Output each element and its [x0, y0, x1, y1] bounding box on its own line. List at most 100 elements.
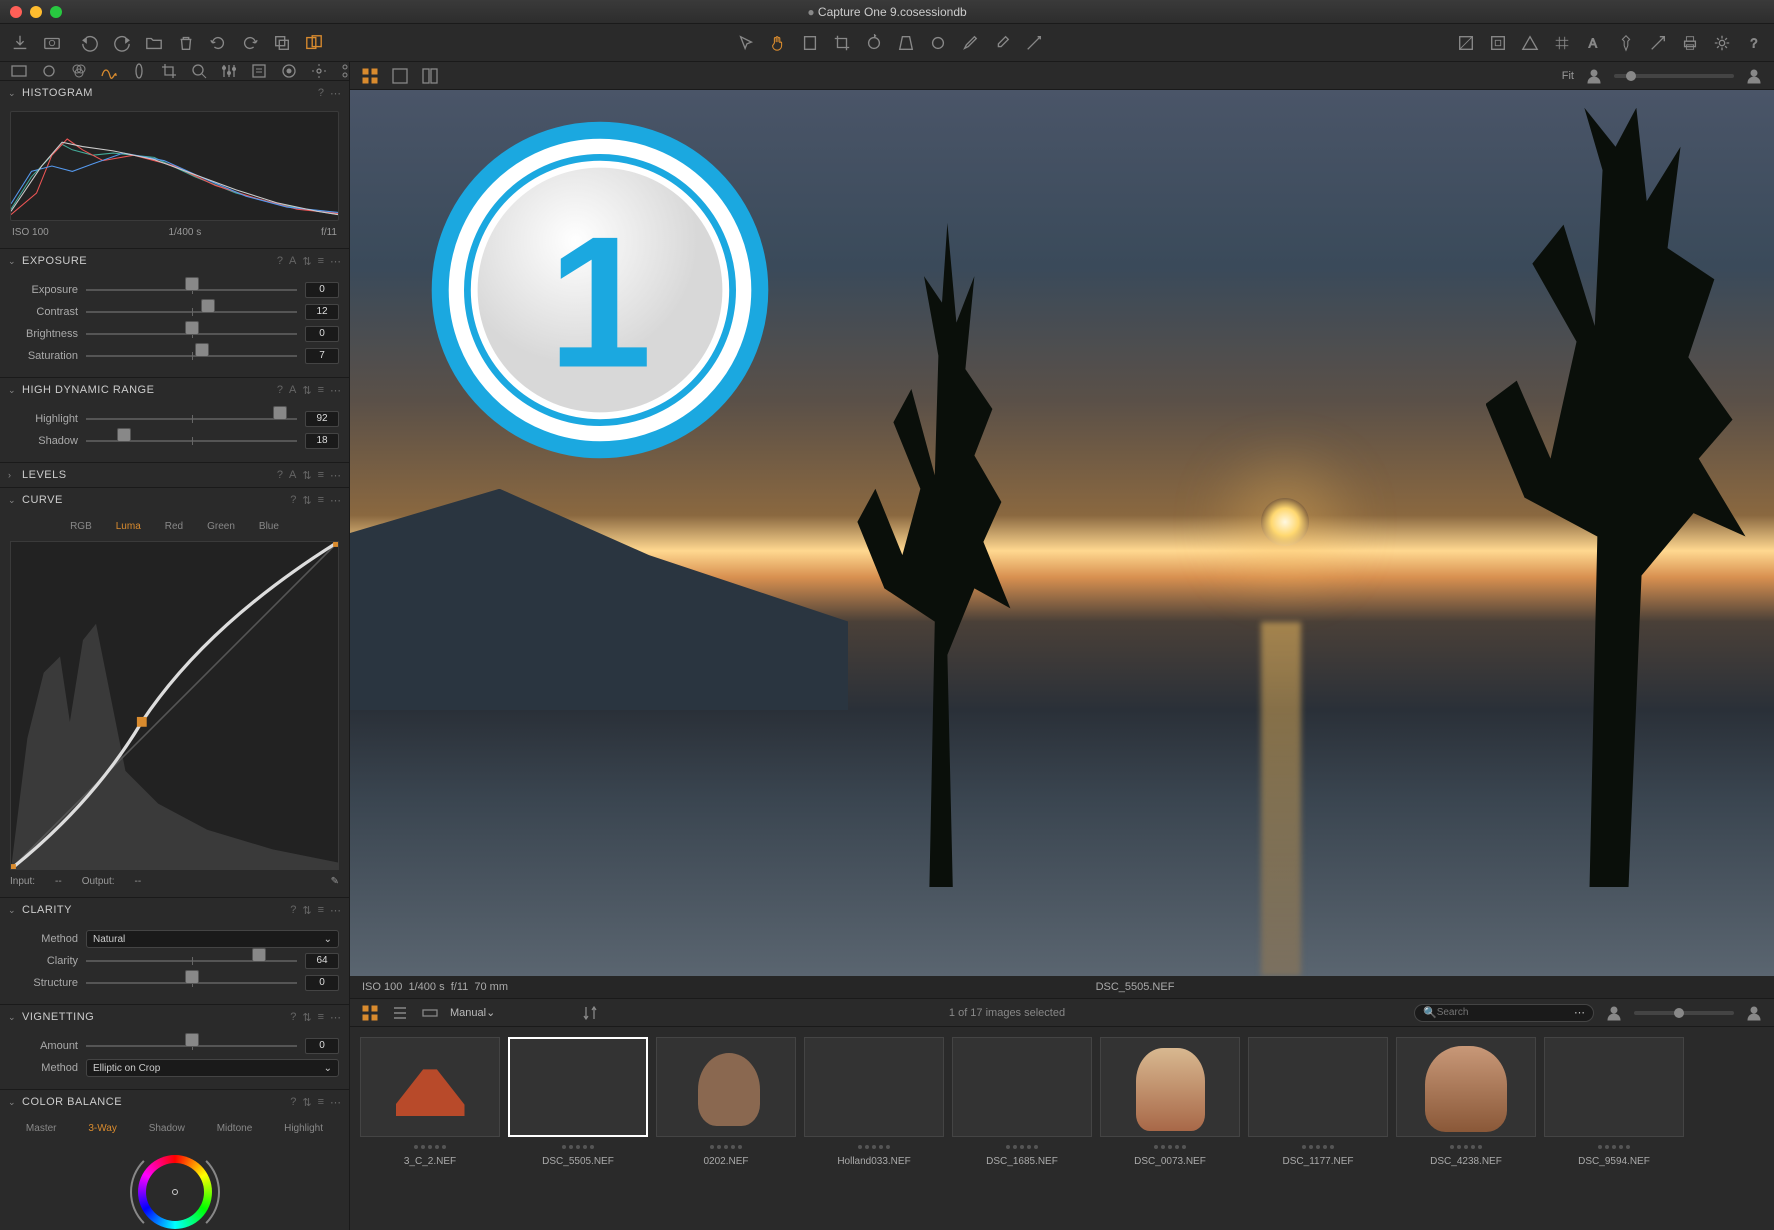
exposure-warning-icon[interactable]	[1456, 33, 1476, 53]
exposure-slider[interactable]	[86, 349, 297, 363]
clarity-slider[interactable]	[86, 976, 297, 990]
rating-dots[interactable]	[1544, 1140, 1684, 1154]
rating-dots[interactable]	[360, 1140, 500, 1154]
hand-icon[interactable]	[768, 33, 788, 53]
thumb-size-slider[interactable]	[1634, 1011, 1734, 1015]
hdr-value[interactable]: 92	[305, 411, 339, 427]
settings-icon[interactable]	[1712, 33, 1732, 53]
exposure-value[interactable]: 0	[305, 282, 339, 298]
process-icon[interactable]	[1648, 33, 1668, 53]
menu-icon[interactable]: ⋯	[330, 1011, 341, 1024]
thumbnail[interactable]: DSC_4238.NEF	[1396, 1037, 1536, 1220]
list-view-icon[interactable]	[390, 1003, 410, 1023]
image-viewer[interactable]: 1	[350, 90, 1774, 976]
hdr-value[interactable]: 18	[305, 433, 339, 449]
spot-icon[interactable]	[928, 33, 948, 53]
thumbnail[interactable]: 0202.NEF	[656, 1037, 796, 1220]
curve-tab[interactable]: Red	[155, 518, 193, 535]
brush-icon[interactable]	[960, 33, 980, 53]
auto-icon[interactable]: A	[289, 469, 296, 482]
filmstrip-view-icon[interactable]	[420, 1003, 440, 1023]
color-balance-tab[interactable]: Highlight	[276, 1120, 331, 1137]
hdr-slider[interactable]	[86, 412, 297, 426]
histogram-graph[interactable]	[10, 111, 339, 221]
auto-icon[interactable]: A	[289, 255, 296, 268]
vignetting-method-select[interactable]: Elliptic on Crop⌄	[86, 1059, 339, 1077]
output-tab-icon[interactable]	[280, 62, 298, 80]
thumbnail[interactable]: Holland033.NEF	[804, 1037, 944, 1220]
help-icon[interactable]: ?	[277, 384, 283, 397]
copy-icon[interactable]: ⇅	[302, 904, 311, 917]
exposure-value[interactable]: 0	[305, 326, 339, 342]
menu-icon[interactable]: ⋯	[330, 255, 341, 268]
batch-tab-icon[interactable]	[310, 62, 328, 80]
details-tab-icon[interactable]	[190, 62, 208, 80]
grid-view-icon[interactable]	[360, 66, 380, 86]
crop-icon[interactable]	[832, 33, 852, 53]
menu-icon[interactable]: ⋯	[330, 87, 341, 100]
copy-icon[interactable]: ⇅	[302, 1096, 311, 1109]
color-balance-tab[interactable]: Shadow	[141, 1120, 193, 1137]
menu-icon[interactable]: ⋯	[330, 384, 341, 397]
thumbnail-strip[interactable]: 3_C_2.NEFDSC_5505.NEF0202.NEFHolland033.…	[350, 1027, 1774, 1230]
menu-icon[interactable]: ⋯	[330, 469, 341, 482]
levels-header[interactable]: › LEVELS ?A⇅≡⋯	[0, 463, 349, 487]
user-filter-icon[interactable]	[1604, 1003, 1624, 1023]
clarity-slider[interactable]	[86, 954, 297, 968]
rating-dots[interactable]	[804, 1140, 944, 1154]
search-box[interactable]: 🔍 ⋯	[1414, 1004, 1594, 1022]
thumbnail[interactable]: DSC_5505.NEF	[508, 1037, 648, 1220]
reset-icon[interactable]: ≡	[318, 255, 324, 268]
curve-tab[interactable]: Green	[197, 518, 245, 535]
menu-icon[interactable]: ⋯	[330, 904, 341, 917]
curve-header[interactable]: ⌄ CURVE ?⇅≡⋯	[0, 488, 349, 512]
exposure-tab-icon[interactable]	[100, 62, 118, 80]
clarity-method-select[interactable]: Natural⌄	[86, 930, 339, 948]
cursor-icon[interactable]	[736, 33, 756, 53]
window-maximize-button[interactable]	[50, 6, 62, 18]
exposure-slider[interactable]	[86, 305, 297, 319]
reset-icon[interactable]: ≡	[318, 494, 324, 507]
rotate-icon[interactable]	[864, 33, 884, 53]
menu-icon[interactable]: ⋯	[330, 494, 341, 507]
curve-tab[interactable]: Luma	[106, 518, 151, 535]
color-balance-tab[interactable]: Midtone	[209, 1120, 261, 1137]
exposure-slider[interactable]	[86, 327, 297, 341]
reset-icon[interactable]: ≡	[318, 1011, 324, 1024]
thumbnail[interactable]: DSC_9594.NEF	[1544, 1037, 1684, 1220]
window-minimize-button[interactable]	[30, 6, 42, 18]
exposure-slider[interactable]	[86, 283, 297, 297]
help-icon[interactable]: ?	[277, 255, 283, 268]
thumbnail[interactable]: DSC_1685.NEF	[952, 1037, 1092, 1220]
search-input[interactable]	[1437, 1007, 1574, 1018]
thumb-view-icon[interactable]	[360, 1003, 380, 1023]
help-icon[interactable]: ?	[318, 87, 324, 100]
rating-dots[interactable]	[952, 1140, 1092, 1154]
capture-icon[interactable]	[42, 33, 62, 53]
exposure-value[interactable]: 7	[305, 348, 339, 364]
library-tab-icon[interactable]	[10, 62, 28, 80]
user-icon[interactable]	[1584, 66, 1604, 86]
thumbnail[interactable]: DSC_1177.NEF	[1248, 1037, 1388, 1220]
rating-dots[interactable]	[1396, 1140, 1536, 1154]
copy-icon[interactable]: ⇅	[302, 255, 311, 268]
rating-dots[interactable]	[508, 1140, 648, 1154]
copy-adjustments-icon[interactable]	[272, 33, 292, 53]
help-icon[interactable]: ?	[290, 494, 296, 507]
capture-tab-icon[interactable]	[40, 62, 58, 80]
rating-dots[interactable]	[1248, 1140, 1388, 1154]
color-balance-header[interactable]: ⌄ COLOR BALANCE ?⇅≡⋯	[0, 1090, 349, 1114]
single-view-icon[interactable]	[390, 66, 410, 86]
color-balance-tab[interactable]: Master	[18, 1120, 65, 1137]
grid-icon[interactable]	[1552, 33, 1572, 53]
copy-icon[interactable]: ⇅	[302, 494, 311, 507]
help-icon[interactable]: ?	[290, 904, 296, 917]
exposure-header[interactable]: ⌄ EXPOSURE ?A⇅≡⋯	[0, 249, 349, 273]
help-icon[interactable]: ?	[290, 1096, 296, 1109]
thumbnail[interactable]: 3_C_2.NEF	[360, 1037, 500, 1220]
vignetting-header[interactable]: ⌄ VIGNETTING ?⇅≡⋯	[0, 1005, 349, 1029]
color-balance-tab[interactable]: 3-Way	[80, 1120, 125, 1137]
search-menu-icon[interactable]: ⋯	[1574, 1006, 1585, 1019]
keystone-icon[interactable]	[896, 33, 916, 53]
user-filter2-icon[interactable]	[1744, 1003, 1764, 1023]
